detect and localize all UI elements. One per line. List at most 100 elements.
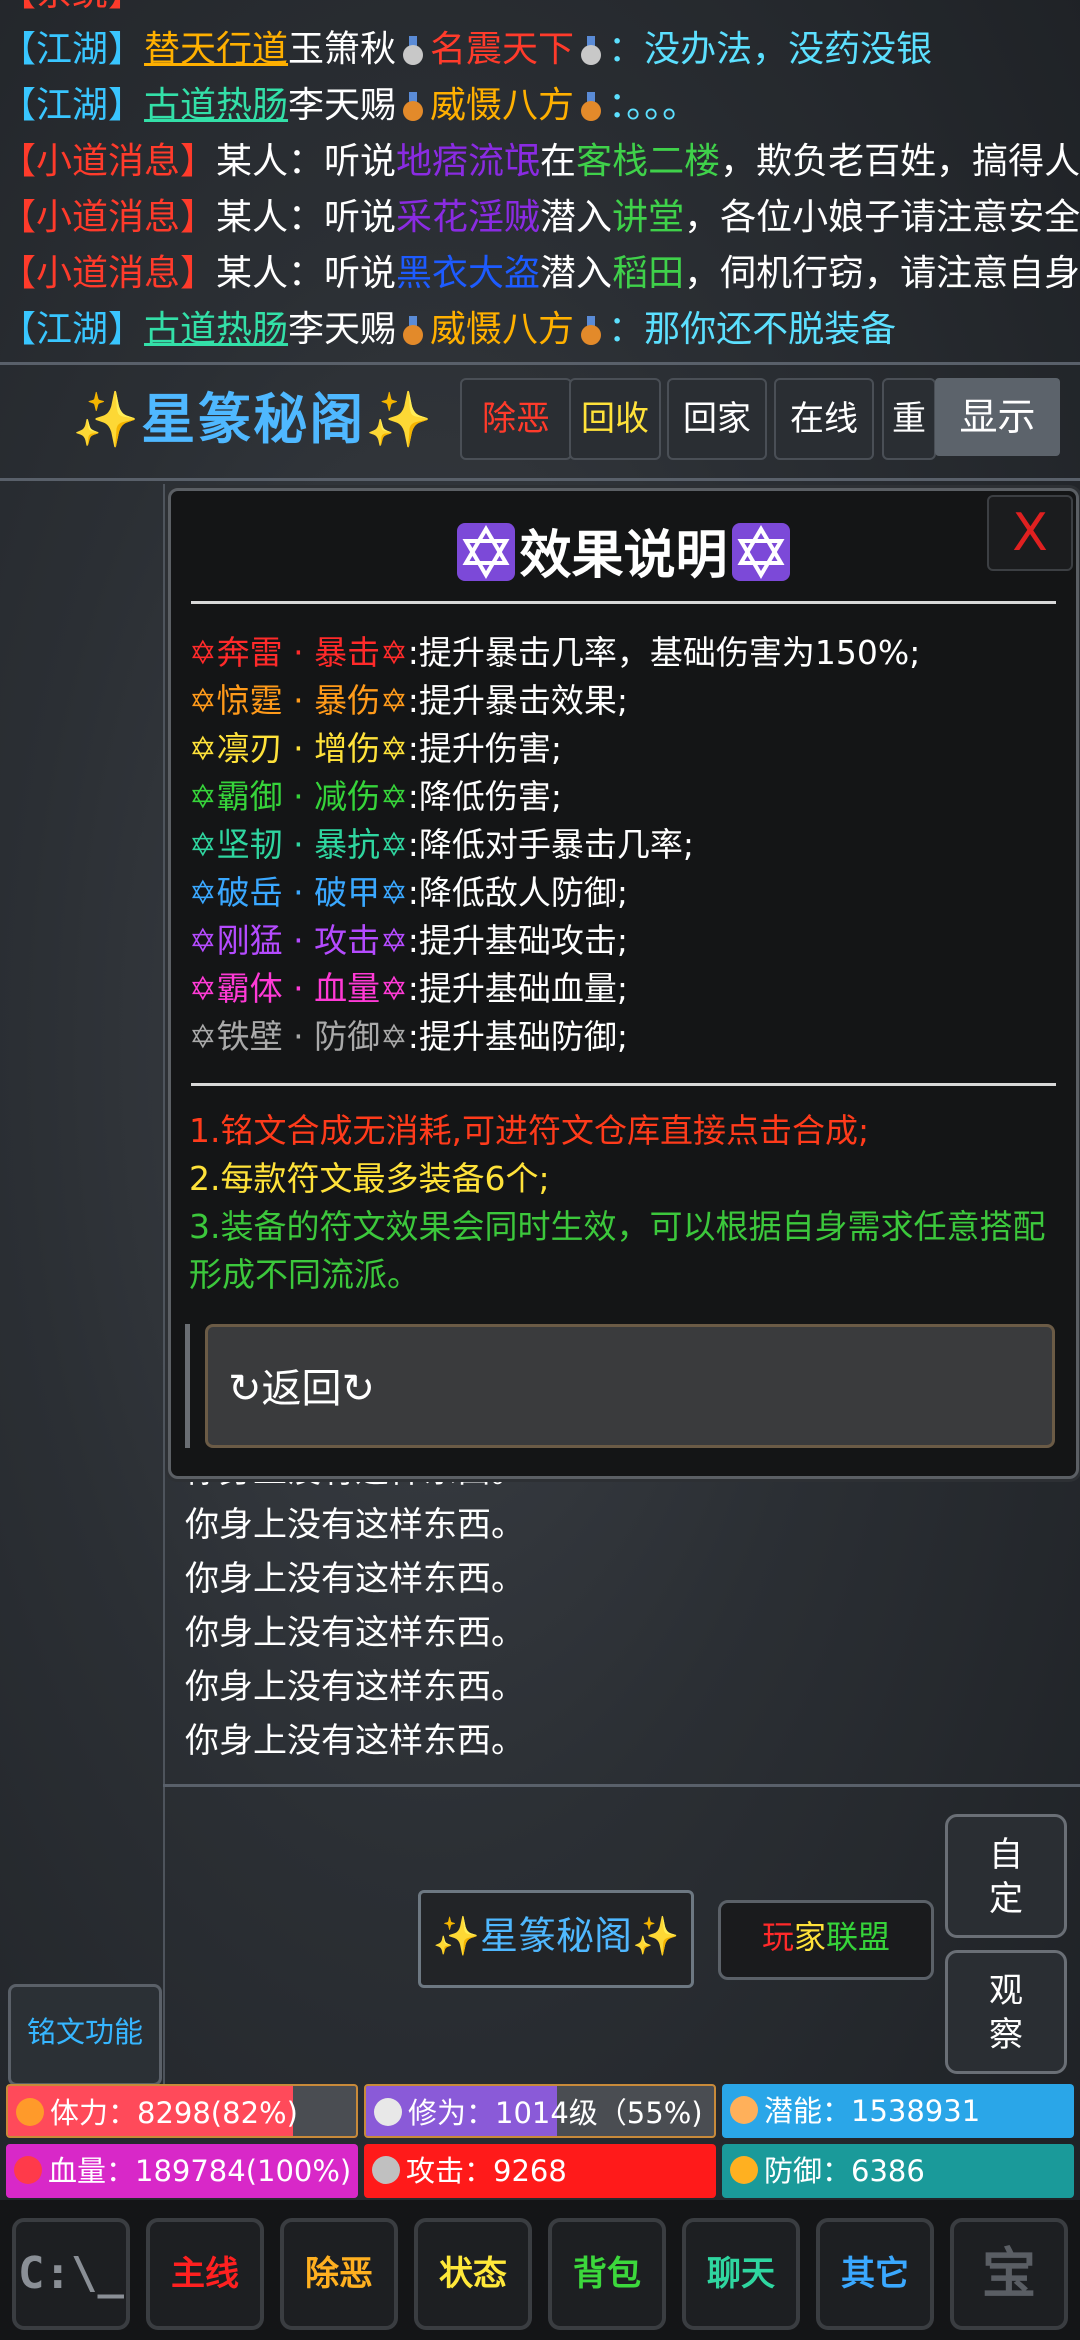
sparkle-icon: ✨ xyxy=(632,1914,680,1958)
effect-desc: :降低敌人防御; xyxy=(407,873,629,912)
effect-desc: :提升暴击效果; xyxy=(407,681,629,720)
drumstick-icon xyxy=(16,2098,44,2126)
close-button[interactable]: X xyxy=(987,495,1073,571)
divider xyxy=(191,1083,1056,1086)
effect-row: ✡惊霆 · 暴伤✡:提升暴击效果; xyxy=(189,677,628,725)
divider xyxy=(191,601,1056,604)
chat-tag: 【小道消息】 xyxy=(0,141,217,182)
location-name: 稻田 xyxy=(612,253,685,294)
bronze-medal-icon xyxy=(403,316,424,345)
effect-desc: :提升基础血量; xyxy=(407,969,629,1008)
swords-icon xyxy=(372,2156,400,2184)
player-title[interactable]: 古道热肠 xyxy=(144,309,288,350)
treasure-icon[interactable]: 宝 xyxy=(950,2218,1068,2330)
defense-bar: 防御：6386 xyxy=(722,2144,1074,2198)
note-text: 2.每款符文最多装备6个; xyxy=(189,1159,550,1198)
player-rank: 威慑八方 xyxy=(430,85,575,126)
sparkle-icon: ✨ xyxy=(365,388,435,451)
hp-bar: 血量：189784(100%) xyxy=(6,2144,358,2198)
observe-button[interactable]: 观察 xyxy=(945,1950,1067,2074)
shield-icon xyxy=(730,2156,758,2184)
effect-desc: :提升暴击几率，基础伤害为150%; xyxy=(407,633,921,672)
divider xyxy=(163,1784,1080,1787)
player-league-button[interactable]: 玩家联盟 xyxy=(718,1900,934,1980)
chat-text: 潜入 xyxy=(540,197,613,238)
effect-name: ✡奔雷 · 暴击✡ xyxy=(189,633,408,672)
effect-desc: :降低对手暴击几率; xyxy=(407,825,695,864)
potential-bar: 潜能：1538931 xyxy=(722,2084,1074,2138)
chat-tag: 【小道消息】 xyxy=(0,197,217,238)
player-title[interactable]: 古道热肠 xyxy=(144,85,288,126)
scrollbar[interactable] xyxy=(185,1324,190,1448)
sparkle-icon: ✨ xyxy=(72,388,142,451)
chat-tag: 【江湖】 xyxy=(0,85,145,126)
back-button[interactable]: ↻返回↻ xyxy=(205,1324,1055,1448)
effect-row: ✡凛刃 · 增伤✡:提升伤害; xyxy=(189,725,562,773)
effect-desc: :提升基础防御; xyxy=(407,1017,629,1056)
player-name[interactable]: 李天赐 xyxy=(288,309,396,350)
bottom-nav: C:\_ 主线 除恶 状态 背包 聊天 其它 宝 xyxy=(0,2200,1080,2340)
chat-text: ：。。。 xyxy=(608,85,699,126)
console-icon[interactable]: C:\_ xyxy=(12,2218,130,2330)
chat-text: 在 xyxy=(540,141,577,182)
bronze-medal-icon xyxy=(581,316,602,345)
chat-line: 【江湖】替天行道玉箫秋 名震天下 ：没办法，没药没银 xyxy=(0,22,1080,78)
chat-line: 【小道消息】某人：听说采花淫贼潜入讲堂，各位小娘子请注意安全 xyxy=(0,190,1080,246)
tab-chue[interactable]: 除恶 xyxy=(460,378,572,460)
tab-home[interactable]: 回家 xyxy=(667,378,767,460)
silver-medal-icon xyxy=(403,36,424,65)
chat-line: 【小道消息】某人：听说黑衣大盗潜入稻田，伺机行窃，请注意自身 xyxy=(0,246,1080,302)
system-message: 你身上没有这样东西。 xyxy=(185,1559,525,1599)
nav-main-quest[interactable]: 主线 xyxy=(146,2218,264,2330)
chat-text: 潜入 xyxy=(540,253,613,294)
chat-text: 某人：听说 xyxy=(216,253,397,294)
star-pavilion-button[interactable]: ✨星篆秘阁✨ xyxy=(418,1890,694,1988)
location-name: 客栈二楼 xyxy=(576,141,721,182)
effect-row: ✡奔雷 · 暴击✡:提升暴击几率，基础伤害为150%; xyxy=(189,629,920,677)
chat-log: 【系统】 【江湖】替天行道玉箫秋名震天下：没办法，没药没银 【江湖】古道热肠李天… xyxy=(0,0,1080,360)
nav-status[interactable]: 状态 xyxy=(414,2218,532,2330)
inscription-button[interactable]: 铭文功能 xyxy=(8,1984,162,2086)
effect-row: ✡霸体 · 血量✡:提升基础血量; xyxy=(189,965,628,1013)
system-message: 你身上没有这样东西。 xyxy=(185,1505,525,1545)
stamina-bar: 体力：8298(82%) xyxy=(6,2084,358,2138)
effect-name: ✡铁壁 · 防御✡ xyxy=(189,1017,408,1056)
player-name[interactable]: 玉箫秋 xyxy=(288,29,396,70)
bronze-medal-icon xyxy=(403,92,424,121)
effect-desc: :提升伤害; xyxy=(407,729,563,768)
tab-more[interactable]: 重 xyxy=(882,378,936,460)
nav-chue[interactable]: 除恶 xyxy=(280,2218,398,2330)
hexagram-icon xyxy=(457,523,516,581)
meditation-icon xyxy=(730,2096,758,2124)
attack-bar: 攻击：9268 xyxy=(364,2144,716,2198)
effect-dialog: 效果说明 X ✡奔雷 · 暴击✡:提升暴击几率，基础伤害为150%; ✡惊霆 ·… xyxy=(168,488,1079,1479)
player-rank: 威慑八方 xyxy=(430,309,575,350)
show-button[interactable]: 显示 xyxy=(935,378,1060,456)
nav-bag[interactable]: 背包 xyxy=(548,2218,666,2330)
effect-name: ✡霸体 · 血量✡ xyxy=(189,969,408,1008)
tab-recycle[interactable]: 回收 xyxy=(569,378,661,460)
note-text: 3.装备的符文效果会同时生效，可以根据自身需求任意搭配形成不同流派。 xyxy=(189,1207,1046,1294)
cultivation-bar: 修为：1014级（55%) xyxy=(364,2084,716,2138)
player-title[interactable]: 替天行道 xyxy=(144,29,288,70)
left-panel xyxy=(0,484,165,2084)
tab-online[interactable]: 在线 xyxy=(774,378,874,460)
heart-icon xyxy=(14,2156,42,2184)
effect-name: ✡破岳 · 破甲✡ xyxy=(189,873,408,912)
dialog-title: 效果说明 xyxy=(171,513,1076,588)
nav-other[interactable]: 其它 xyxy=(816,2218,934,2330)
npc-name: 采花淫贼 xyxy=(396,197,541,238)
chat-tag: 【江湖】 xyxy=(0,309,145,350)
chat-text: ，伺机行窃，请注意自身 xyxy=(684,253,1080,294)
system-message: 你身上没有这样东西。 xyxy=(185,1667,525,1707)
chat-line: 【小道消息】某人：听说地痞流氓在客栈二楼，欺负老百姓，搞得人 xyxy=(0,134,1080,190)
silver-medal-icon xyxy=(581,36,602,65)
nav-chat[interactable]: 聊天 xyxy=(682,2218,800,2330)
header-bar: ✨星篆秘阁✨ 除恶 回收 回家 在线 重 显示 xyxy=(0,364,1080,476)
system-message: 你身上没有这样东西。 xyxy=(185,1613,525,1653)
player-name[interactable]: 李天赐 xyxy=(288,85,396,126)
chat-text: ，欺负老百姓，搞得人 xyxy=(720,141,1080,182)
effect-row: ✡坚韧 · 暴抗✡:降低对手暴击几率; xyxy=(189,821,694,869)
effect-name: ✡坚韧 · 暴抗✡ xyxy=(189,825,408,864)
custom-button[interactable]: 自定 xyxy=(945,1814,1067,1938)
